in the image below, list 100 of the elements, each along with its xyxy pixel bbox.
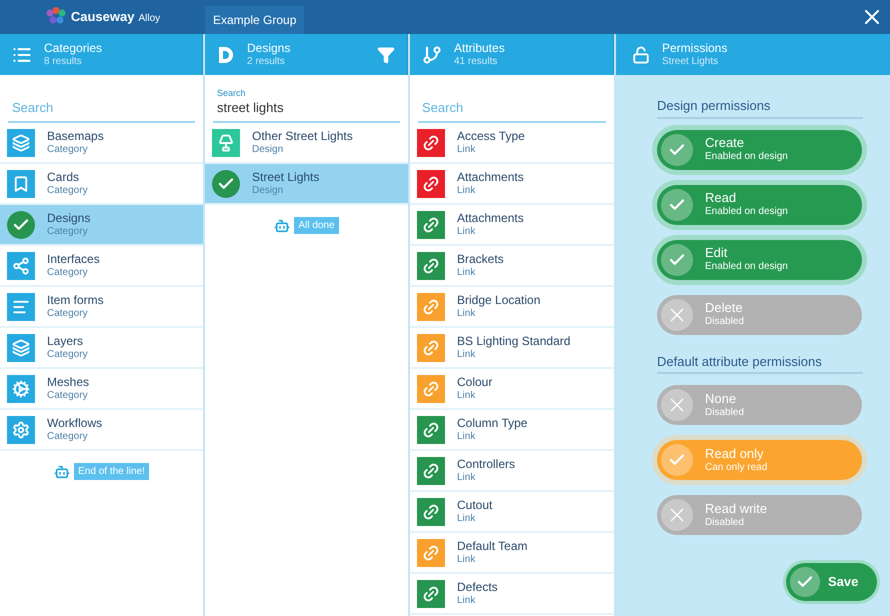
permission-status: Can only read (705, 462, 768, 474)
item-name: Meshes (47, 374, 90, 390)
item-type: Link (457, 594, 476, 608)
item-type: Link (457, 144, 476, 156)
item-name: Column Type (457, 416, 528, 431)
permission-status: Disabled (705, 516, 745, 530)
cross-icon (661, 499, 693, 531)
item-type: Category (47, 430, 89, 444)
item-name: Defects (457, 580, 498, 595)
item-type: Category (47, 390, 89, 402)
permission-toggle[interactable]: Create Enabled on design (657, 130, 862, 170)
item-name: Layers (47, 334, 84, 349)
item-type: Category (47, 266, 89, 280)
product-name: Alloy (138, 12, 160, 26)
layers-icon (7, 334, 35, 362)
item-type: Link (457, 390, 476, 402)
section-heading: Design permissions (657, 96, 863, 118)
brand-name: Causeway (70, 8, 134, 26)
robot-icon (274, 218, 290, 234)
item-name: Item forms (47, 292, 104, 308)
permission-name: Edit (705, 245, 728, 262)
check-icon (212, 170, 240, 198)
column-title: Designs (247, 40, 292, 56)
end-message: End of the line! (74, 463, 149, 480)
section-heading: Default attribute permissions (657, 352, 863, 374)
item-type: Link (457, 472, 476, 484)
permission-name: Read only (705, 446, 765, 462)
list-item[interactable]: Street Lights Design (205, 164, 408, 205)
column-subtitle: Street Lights (662, 56, 720, 68)
check-icon (7, 210, 35, 238)
gear-icon (7, 374, 35, 402)
check-icon (661, 444, 693, 476)
item-type: Link (457, 348, 476, 362)
permission-name: Read (705, 190, 738, 206)
cross-icon (661, 389, 693, 421)
item-name: Street Lights (252, 170, 320, 185)
item-type: Link (457, 226, 476, 238)
group-tab[interactable]: Example Group (205, 6, 304, 34)
unlock-icon (632, 46, 650, 64)
branch-icon (422, 44, 442, 64)
filter-icon[interactable] (377, 46, 395, 64)
list-item[interactable]: Designs Category (0, 205, 203, 246)
item-type: Link (457, 266, 476, 280)
item-type: Category (47, 144, 89, 156)
permission-status: Disabled (705, 316, 744, 329)
permission-status: Enabled on design (705, 151, 788, 164)
check-icon (661, 134, 693, 166)
column-title: Categories (44, 40, 104, 56)
item-name: BS Lighting Standard (457, 334, 570, 349)
item-type: Design (252, 184, 284, 198)
lines-icon (7, 292, 35, 320)
item-type: Category (47, 184, 88, 198)
end-message: All done (294, 217, 339, 234)
check-icon (661, 188, 693, 220)
item-type: Category (47, 226, 89, 238)
item-type: Design (252, 144, 284, 156)
item-name: Default Team (457, 538, 528, 554)
cross-icon (661, 298, 693, 330)
item-type: Link (457, 308, 476, 320)
check-icon (790, 567, 820, 597)
layers-icon (7, 128, 35, 156)
item-name: Designs (47, 210, 90, 226)
permission-status: Enabled on design (705, 261, 788, 274)
field-label: Search (216, 88, 247, 98)
item-name: Basemaps (47, 128, 104, 144)
result-count: 8 results (44, 56, 83, 68)
result-count: 2 results (247, 56, 286, 68)
result-count: 41 results (454, 56, 498, 68)
column-title: Attributes (454, 40, 506, 56)
item-name: Brackets (457, 252, 504, 267)
item-type: Category (47, 348, 88, 362)
robot-icon (54, 464, 70, 480)
lamp-icon (212, 128, 240, 156)
item-name: Controllers (457, 456, 516, 472)
item-name: Attachments (457, 210, 524, 226)
column-title: Permissions (662, 40, 728, 56)
item-name: Cards (47, 170, 80, 185)
permission-status: Disabled (705, 406, 744, 420)
item-type: Link (457, 430, 476, 444)
permission-status: Enabled on design (705, 206, 788, 219)
permission-toggle[interactable]: Edit Enabled on design (657, 240, 862, 280)
permission-name: None (705, 390, 738, 407)
item-name: Other Street Lights (252, 128, 353, 144)
bookmark-icon (7, 170, 35, 198)
item-name: Bridge Location (457, 292, 540, 308)
item-name: Cutout (457, 498, 492, 513)
item-type: Link (457, 184, 476, 198)
gear-icon (7, 416, 35, 444)
permission-name: Read write (705, 500, 768, 517)
save-button[interactable]: Save (786, 563, 877, 601)
item-name: Interfaces (47, 252, 100, 267)
item-type: Link (457, 554, 476, 566)
permission-name: Delete (705, 300, 744, 316)
item-name: Attachments (457, 170, 524, 185)
item-name: Access Type (457, 128, 525, 144)
permission-toggle[interactable]: Read Enabled on design (657, 184, 862, 224)
nodes-icon (7, 252, 35, 280)
permission-name: Create (705, 135, 746, 152)
design-icon (217, 44, 235, 64)
item-name: Colour (457, 374, 492, 390)
